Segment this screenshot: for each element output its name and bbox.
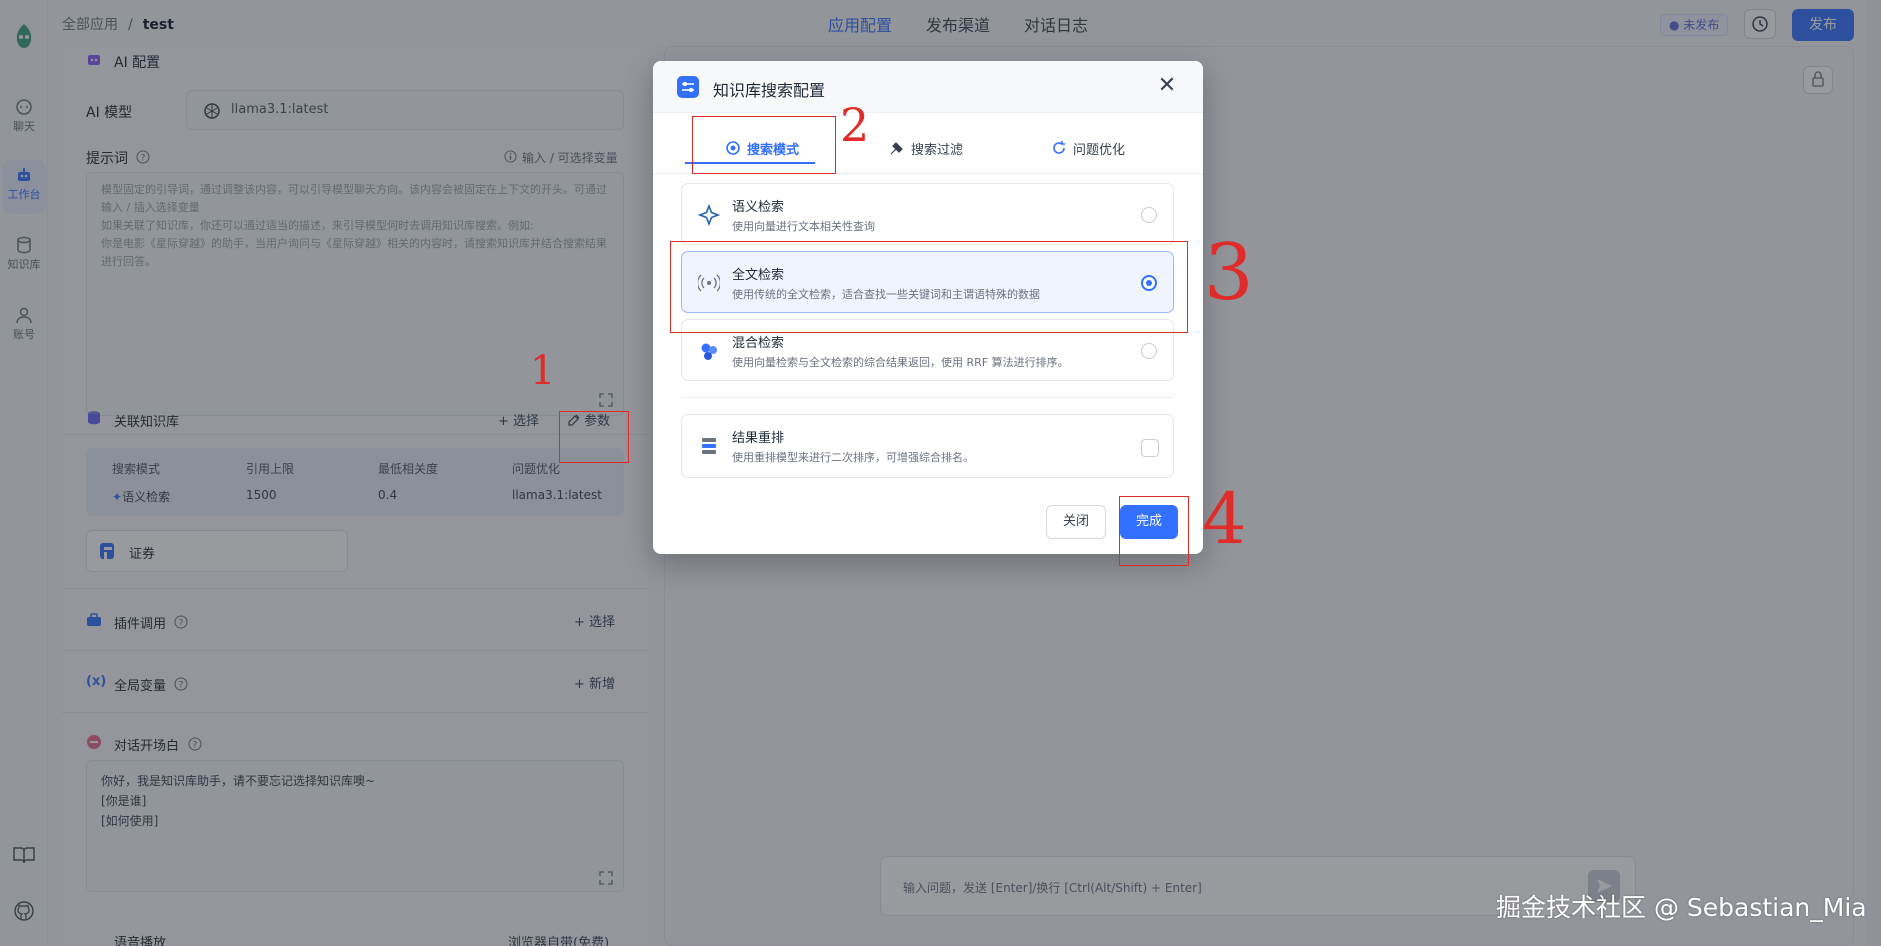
annotation-box-params (559, 411, 629, 463)
refresh-icon (1053, 141, 1065, 154)
tab-query-optimize[interactable]: 问题优化 (1051, 131, 1125, 165)
rerank-title: 结果重排 (732, 431, 785, 446)
tab-search-filter[interactable]: 搜索过滤 (889, 131, 963, 165)
radio-semantic[interactable] (1141, 207, 1157, 223)
option-title: 语义检索 (732, 200, 785, 215)
option-title: 混合检索 (732, 336, 785, 351)
semantic-icon (698, 204, 720, 226)
rerank-desc: 使用重排模型来进行二次排序，可增强综合排名。 (732, 451, 974, 464)
modal-title: 知识库搜索配置 (713, 81, 826, 100)
filter-icon (890, 142, 903, 155)
hybrid-icon (701, 343, 717, 360)
option-semantic[interactable]: 语义检索 使用向量进行文本相关性查询 (681, 183, 1174, 245)
rerank-icon (702, 438, 716, 454)
modal-header: 知识库搜索配置 ✕ (653, 61, 1203, 113)
settings-sliders-icon (677, 76, 699, 98)
divider (681, 397, 1174, 398)
close-button[interactable]: 关闭 (1046, 505, 1106, 539)
annotation-box-fulltext (670, 241, 1188, 333)
option-desc: 使用向量进行文本相关性查询 (732, 220, 875, 233)
option-rerank[interactable]: 结果重排 使用重排模型来进行二次排序，可增强综合排名。 (681, 414, 1174, 478)
close-icon[interactable]: ✕ (1153, 73, 1181, 101)
option-desc: 使用向量检索与全文检索的综合结果返回，使用 RRF 算法进行排序。 (732, 356, 1069, 369)
annotation-number: 4 (1202, 478, 1247, 560)
annotation-box-tab (692, 116, 836, 174)
watermark: 掘金技术社区 @ Sebastian_Mia (1496, 893, 1867, 922)
annotation-number: 1 (530, 348, 556, 394)
tab-search-filter-label: 搜索过滤 (911, 142, 964, 158)
tab-query-optimize-label: 问题优化 (1073, 142, 1126, 158)
annotation-number: 3 (1204, 228, 1254, 318)
rerank-checkbox[interactable] (1141, 439, 1159, 457)
radio-hybrid[interactable] (1141, 343, 1157, 359)
annotation-box-done (1119, 496, 1189, 566)
annotation-number: 2 (840, 98, 870, 152)
